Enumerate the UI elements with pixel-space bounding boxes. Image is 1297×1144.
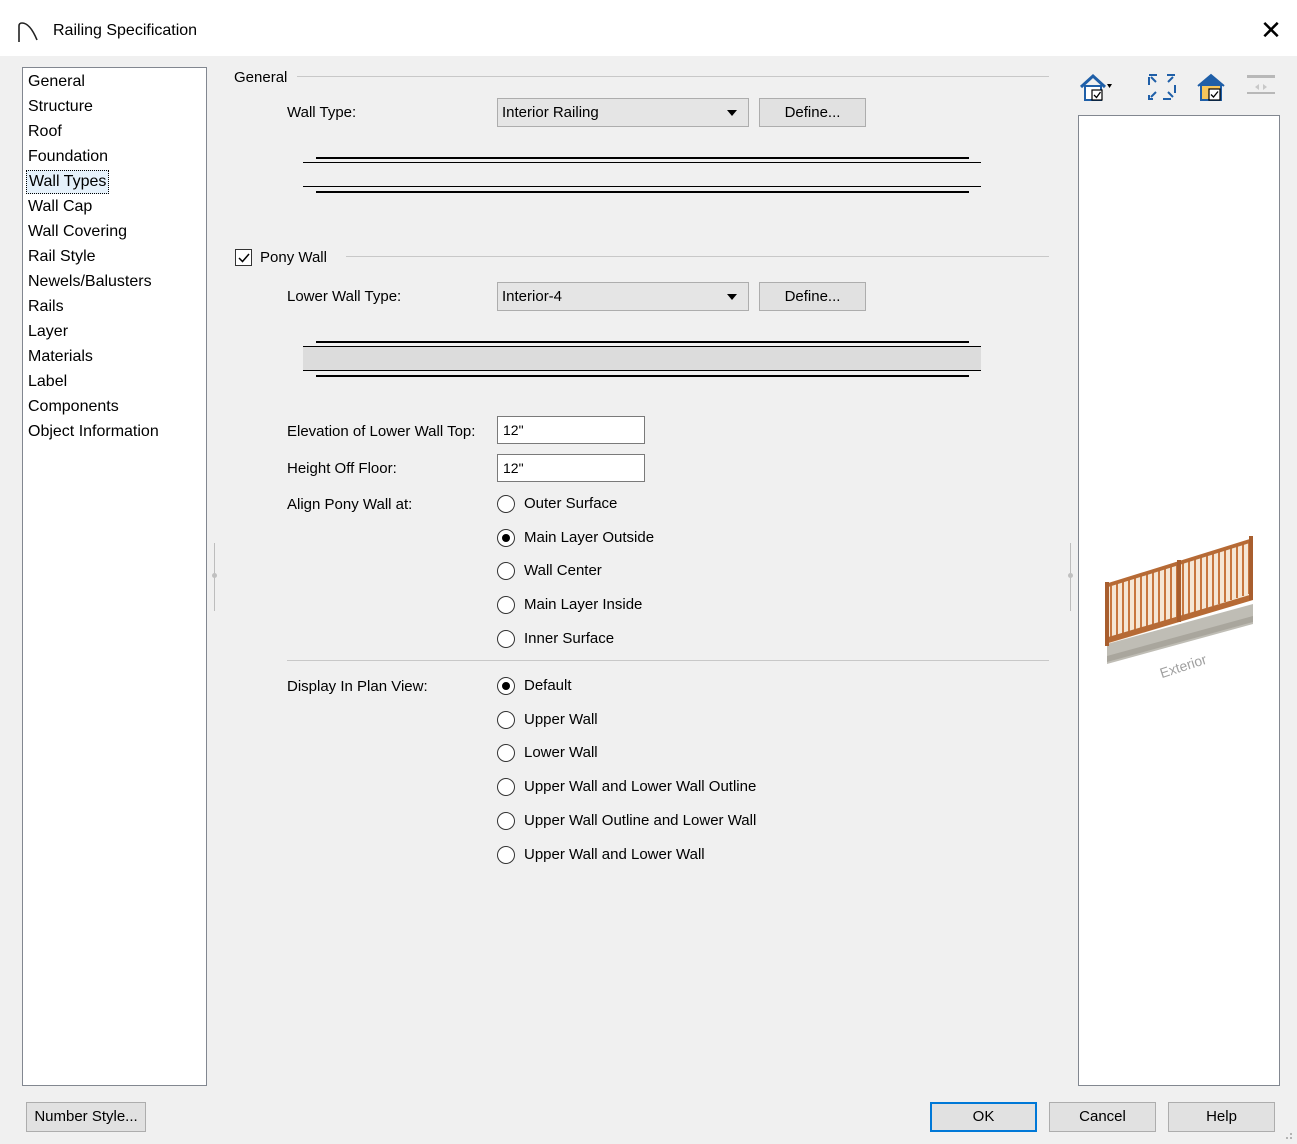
- sidebar-item[interactable]: Layer: [26, 320, 70, 344]
- checkmark-icon: [238, 253, 250, 263]
- general-group-label: General: [234, 69, 288, 86]
- align-option-label: Main Layer Outside: [524, 528, 655, 546]
- align-option-label: Main Layer Inside: [524, 596, 643, 614]
- display-option-label: Upper Wall Outline and Lower Wall: [524, 811, 757, 829]
- sidebar-item[interactable]: Materials: [26, 345, 95, 369]
- radio-selected-dot: [502, 533, 510, 542]
- sidebar-item[interactable]: Object Information: [26, 420, 161, 444]
- window-title: Railing Specification: [53, 22, 198, 39]
- chevron-down-icon: [727, 110, 737, 116]
- height-off-floor-label: Height Off Floor:: [287, 460, 397, 477]
- display-plan-view-label: Display In Plan View:: [287, 678, 428, 695]
- lower-wall-type-select[interactable]: Interior-4: [497, 282, 749, 311]
- pony-wall-checkbox[interactable]: [235, 249, 252, 266]
- radio-button[interactable]: [497, 596, 515, 615]
- title-bar: Railing Specification ✕: [0, 0, 1297, 56]
- pony-wall-group-line: [346, 256, 1049, 257]
- general-group-line: [297, 76, 1049, 77]
- radio-button[interactable]: [497, 629, 515, 648]
- radio-button[interactable]: [497, 528, 515, 547]
- number-style-button[interactable]: Number Style...: [26, 1102, 146, 1132]
- radio-button[interactable]: [497, 845, 515, 864]
- chevron-down-icon: [727, 294, 737, 300]
- sidebar-item[interactable]: Wall Covering: [26, 220, 129, 244]
- radio-button[interactable]: [497, 495, 515, 513]
- display-option-label: Upper Wall: [524, 710, 598, 728]
- display-option-label: Upper Wall and Lower Wall Outline: [524, 778, 757, 796]
- close-button[interactable]: ✕: [1255, 12, 1287, 48]
- wall-type-select[interactable]: Interior Railing: [497, 98, 749, 127]
- sidebar-item[interactable]: Rail Style: [26, 245, 98, 269]
- display-option-label: Upper Wall and Lower Wall: [524, 845, 705, 863]
- height-off-floor-input[interactable]: 12": [497, 454, 645, 482]
- wall-type-value: Interior Railing: [502, 104, 599, 121]
- railing-title-icon: [18, 22, 38, 42]
- sidebar-item[interactable]: Wall Types: [26, 170, 110, 194]
- display-option-label: Lower Wall: [524, 744, 598, 762]
- swap-icon: [1247, 75, 1275, 94]
- elevation-input[interactable]: 12": [497, 416, 645, 444]
- sidebar-item[interactable]: Components: [26, 395, 121, 419]
- left-splitter-grip: [212, 573, 217, 578]
- radio-button[interactable]: [497, 744, 515, 763]
- cancel-button[interactable]: Cancel: [1049, 1102, 1156, 1132]
- display-separator: [287, 660, 1049, 661]
- railing-preview-image: [1105, 536, 1253, 664]
- radio-button[interactable]: [497, 710, 515, 729]
- category-list[interactable]: General Structure Roof Foundation Wall Types…: [22, 67, 207, 1086]
- sidebar-item[interactable]: Structure: [26, 95, 95, 119]
- align-option-label: Outer Surface: [524, 495, 618, 512]
- align-option-label: Inner Surface: [524, 629, 615, 647]
- radio-selected-dot: [502, 682, 510, 690]
- close-icon: ✕: [1260, 15, 1282, 45]
- radio-button[interactable]: [497, 778, 515, 797]
- fill-window-icon[interactable]: [1145, 70, 1179, 104]
- house-check-icon[interactable]: [1195, 70, 1229, 104]
- sidebar-item[interactable]: Label: [26, 370, 69, 394]
- radio-button[interactable]: [497, 811, 515, 830]
- radio-button[interactable]: [497, 562, 515, 581]
- display-option-label: Default: [524, 677, 572, 694]
- sidebar-item[interactable]: Rails: [26, 295, 66, 319]
- resize-grip-icon[interactable]: [1281, 1128, 1293, 1140]
- elevation-label: Elevation of Lower Wall Top:: [287, 423, 476, 440]
- lower-wall-type-label: Lower Wall Type:: [287, 288, 402, 305]
- lower-wall-type-value: Interior-4: [502, 288, 563, 305]
- right-splitter-grip: [1068, 573, 1073, 578]
- sidebar-item[interactable]: Newels/Balusters: [26, 270, 154, 294]
- radio-button[interactable]: [497, 677, 515, 695]
- sidebar-item[interactable]: Wall Cap: [26, 195, 94, 219]
- house-view-icon[interactable]: [1078, 70, 1112, 104]
- sidebar-item[interactable]: Roof: [26, 120, 64, 144]
- sidebar-item[interactable]: Foundation: [26, 145, 110, 169]
- sidebar-item[interactable]: General: [26, 70, 87, 94]
- align-pony-wall-label: Align Pony Wall at:: [287, 496, 413, 513]
- ok-button[interactable]: OK: [930, 1102, 1037, 1132]
- define-lower-wall-type-button[interactable]: Define...: [759, 282, 866, 311]
- help-button[interactable]: Help: [1168, 1102, 1275, 1132]
- align-option-label: Wall Center: [524, 562, 602, 580]
- preview-pane[interactable]: Exterior: [1078, 115, 1280, 1086]
- define-wall-type-button[interactable]: Define...: [759, 98, 866, 127]
- pony-wall-label[interactable]: Pony Wall: [260, 249, 327, 266]
- wall-type-label: Wall Type:: [287, 104, 357, 121]
